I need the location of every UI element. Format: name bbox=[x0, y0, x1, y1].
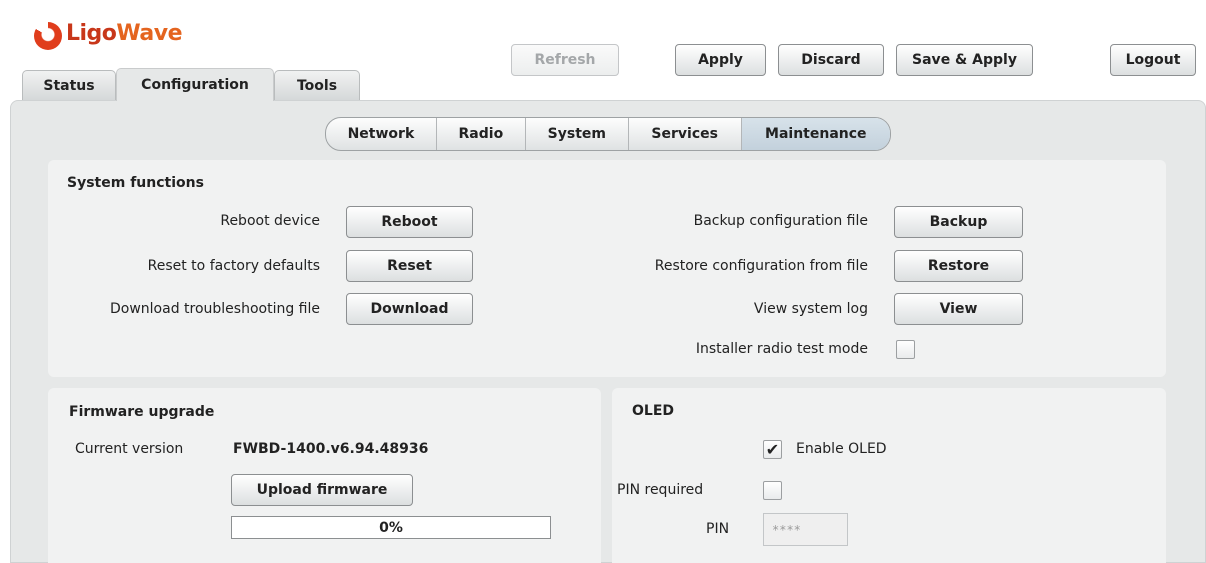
installer-test-label: Installer radio test mode bbox=[695, 341, 868, 357]
pin-required-label: PIN required bbox=[617, 482, 704, 498]
view-log-button[interactable]: View bbox=[894, 293, 1023, 325]
tab-configuration[interactable]: Configuration bbox=[116, 68, 274, 101]
logout-button[interactable]: Logout bbox=[1110, 44, 1196, 76]
view-log-label: View system log bbox=[753, 301, 868, 317]
restore-button[interactable]: Restore bbox=[894, 250, 1023, 282]
subtab-radio[interactable]: Radio bbox=[437, 118, 526, 150]
reboot-label: Reboot device bbox=[220, 213, 320, 229]
oled-title: OLED bbox=[632, 403, 675, 419]
current-version-label: Current version bbox=[75, 441, 184, 457]
current-version-value: FWBD-1400.v6.94.48936 bbox=[233, 441, 429, 457]
upload-progress-bar: 0% bbox=[231, 516, 551, 539]
pin-input[interactable] bbox=[763, 513, 848, 546]
refresh-button[interactable]: Refresh bbox=[511, 44, 619, 76]
download-button[interactable]: Download bbox=[346, 293, 473, 325]
pin-required-checkbox[interactable] bbox=[763, 481, 782, 500]
reset-button[interactable]: Reset bbox=[346, 250, 473, 282]
subtab-services[interactable]: Services bbox=[629, 118, 742, 150]
ligowave-logo-icon bbox=[34, 22, 62, 50]
logo-text: LigoWave bbox=[66, 21, 183, 46]
logo-text-ligo: Ligo bbox=[66, 21, 117, 46]
save-apply-button[interactable]: Save & Apply bbox=[896, 44, 1033, 76]
subtab-system[interactable]: System bbox=[526, 118, 629, 150]
tab-tools[interactable]: Tools bbox=[274, 70, 360, 101]
subtab-network[interactable]: Network bbox=[326, 118, 437, 150]
upload-firmware-button[interactable]: Upload firmware bbox=[231, 474, 413, 506]
discard-button[interactable]: Discard bbox=[778, 44, 884, 76]
oled-card bbox=[612, 388, 1166, 563]
tab-status[interactable]: Status bbox=[22, 70, 116, 101]
restore-label: Restore configuration from file bbox=[654, 258, 868, 274]
firmware-title: Firmware upgrade bbox=[69, 404, 215, 420]
apply-button[interactable]: Apply bbox=[675, 44, 766, 76]
maintenance-subnav: Network Radio System Services Maintenanc… bbox=[325, 117, 891, 151]
backup-label: Backup configuration file bbox=[693, 213, 868, 229]
download-label: Download troubleshooting file bbox=[109, 301, 320, 317]
pin-label: PIN bbox=[706, 521, 730, 537]
system-functions-title: System functions bbox=[67, 175, 204, 191]
installer-test-checkbox[interactable] bbox=[896, 340, 915, 359]
reset-label: Reset to factory defaults bbox=[147, 258, 320, 274]
reboot-button[interactable]: Reboot bbox=[346, 206, 473, 238]
logo-text-wave: Wave bbox=[116, 21, 183, 46]
enable-oled-label: Enable OLED bbox=[796, 441, 887, 457]
subtab-maintenance[interactable]: Maintenance bbox=[741, 118, 890, 150]
upload-progress-text: 0% bbox=[379, 519, 403, 536]
enable-oled-checkbox[interactable]: ✔ bbox=[763, 440, 782, 459]
backup-button[interactable]: Backup bbox=[894, 206, 1023, 238]
